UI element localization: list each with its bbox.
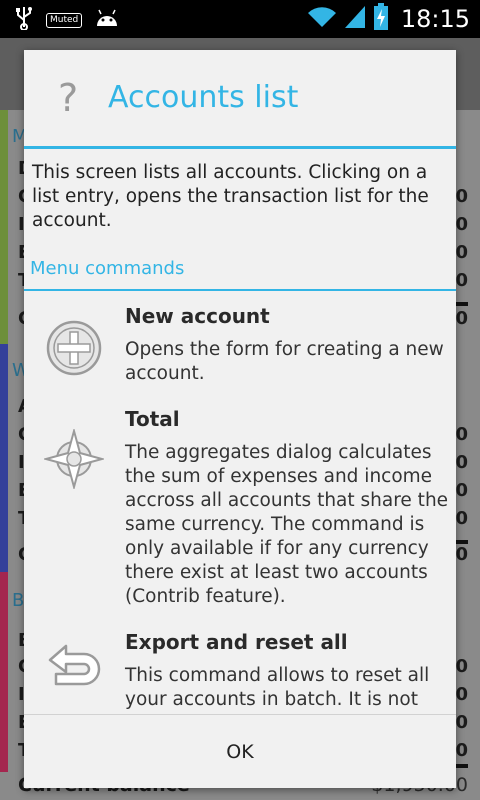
ok-button[interactable]: OK — [24, 715, 456, 789]
total-separator — [454, 302, 468, 306]
dialog-title: Accounts list — [108, 80, 299, 115]
clock: 18:15 — [400, 5, 470, 33]
section-divider — [24, 289, 456, 291]
account-color-stripe — [0, 110, 8, 344]
command-title: Export and reset all — [125, 630, 348, 654]
help-dialog: ? Accounts list This screen lists all ac… — [24, 50, 456, 788]
command-description: The aggregates dialog calculates the sum… — [125, 442, 449, 607]
command-title: Total — [125, 407, 180, 431]
dialog-scroll-content[interactable]: This screen lists all accounts. Clicking… — [24, 149, 456, 714]
wifi-icon — [307, 5, 337, 33]
command-description: Opens the form for creating a new accoun… — [125, 339, 444, 384]
dialog-footer: OK — [24, 714, 456, 788]
usb-icon — [14, 6, 34, 34]
intro-text: This screen lists all accounts. Clicking… — [32, 162, 429, 231]
total-separator — [454, 764, 468, 768]
command-title: New account — [125, 304, 270, 328]
signal-icon — [343, 4, 367, 34]
status-bar: Muted 18:15 — [0, 0, 480, 38]
account-color-stripe — [0, 572, 8, 772]
account-title: B — [12, 590, 25, 611]
add-circle-icon — [44, 318, 104, 378]
muted-badge: Muted — [46, 12, 83, 28]
undo-arrow-icon — [44, 640, 104, 700]
section-title-menu-commands: Menu commands — [30, 258, 185, 279]
dialog-header: ? Accounts list — [24, 50, 456, 147]
account-color-stripe — [0, 344, 8, 572]
android-icon — [94, 8, 120, 32]
help-question-icon: ? — [58, 76, 79, 120]
aggregate-compass-icon — [42, 427, 106, 491]
battery-charging-icon — [373, 3, 389, 35]
command-description: This command allows to reset all your ac… — [125, 665, 430, 710]
